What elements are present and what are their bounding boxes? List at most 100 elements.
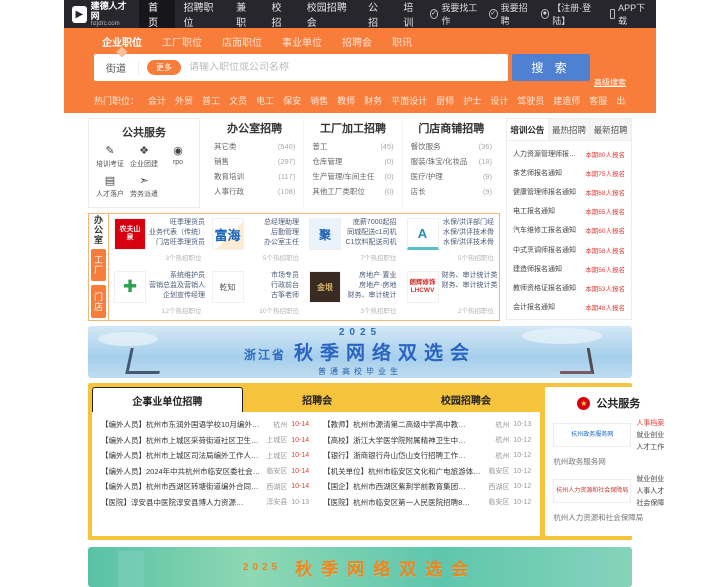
service-training-cert[interactable]: ✎ 培训考证	[93, 145, 127, 169]
job-link[interactable]: 房地产·置业	[344, 271, 396, 281]
nav-item-campus[interactable]: 校招	[262, 0, 297, 29]
nav-item-positions[interactable]: 招聘职位	[175, 0, 228, 29]
hot-job-link[interactable]: 销售	[310, 94, 328, 107]
tab-newest-jobs[interactable]: 最新招聘	[589, 119, 632, 140]
gov-service-item[interactable]: 杭州人力资源和社会保障局 就业创业 人事人才 社会保障 杭州人力资源和社会保障局	[553, 474, 664, 523]
job-link[interactable]: 旺季理货员	[149, 218, 205, 228]
advanced-search-link[interactable]: 高级搜索	[594, 77, 626, 88]
training-notice-row[interactable]: 中式烹调师报名通知 本期58人报名	[513, 240, 625, 259]
hot-job-link[interactable]: 外贸	[175, 94, 193, 107]
autumn-fair-banner[interactable]: 2025 浙江省 秋季网络双选会 普通高校毕业生	[88, 326, 632, 378]
job-link[interactable]: 财务、审计统计类	[442, 271, 498, 281]
job-link[interactable]: 底薪7000起招	[344, 218, 397, 228]
company-tab-store[interactable]: 门店	[91, 285, 106, 319]
company-card[interactable]: A 水保/洪评部门经 水保/洪评技术骨 水保/洪评技术骨 5个热招职位 湖州安澜…	[402, 214, 500, 267]
subnav-factory-jobs[interactable]: 工厂职位	[154, 31, 210, 53]
gov-tag[interactable]: 人事人才	[636, 486, 664, 496]
region-select[interactable]: 街道	[94, 60, 139, 75]
category-link[interactable]: 生产管理/车间主任 (0)	[312, 169, 393, 184]
category-link[interactable]: 其它类 (540)	[214, 139, 295, 154]
job-listing-row[interactable]: 【教师】杭州市源清第二高级中学高中教… 杭州 10-13	[323, 417, 531, 433]
subnav-institutions[interactable]: 事业单位	[274, 31, 330, 53]
hot-job-link[interactable]: 会计	[148, 94, 166, 107]
tab-campus-fairs[interactable]: 校园招聘会	[392, 387, 541, 412]
autumn-fair-banner-2[interactable]: 2025 秋季网络双选会	[88, 547, 632, 587]
job-link[interactable]: 企划宣传经理	[149, 291, 205, 301]
job-link[interactable]: 房地产·房地	[344, 281, 396, 291]
training-notice-row[interactable]: 会计报名通知 本期48人报名	[513, 298, 625, 317]
company-card[interactable]: 聚 底薪7000起招 同城配送c1司机 C1饮料配送司机 7个热招职位 聚兴（杭…	[304, 214, 402, 267]
service-team-building[interactable]: ❖ 企业团建	[127, 145, 161, 169]
company-card[interactable]: 乾知 市场专员 行政前台 古筝老师 10个热招职位 杭州乾知文化艺术有限公司	[207, 267, 305, 320]
company-card[interactable]: 农夫山泉 旺季理货员 业务代表（传统） 门店旺季理货员 3个热招职位 农夫山泉(…	[109, 214, 207, 267]
subnav-company-jobs[interactable]: 企业职位	[94, 31, 150, 53]
category-link[interactable]: 仓库管理 (0)	[312, 154, 393, 169]
job-link[interactable]: 市场专员	[247, 271, 299, 281]
category-link[interactable]: 餐饮服务 (36)	[411, 139, 492, 154]
category-link[interactable]: 人事行政 (108)	[214, 184, 295, 199]
hot-job-link[interactable]: 保安	[283, 94, 301, 107]
category-link[interactable]: 其他工厂类职位 (0)	[312, 184, 393, 199]
hot-job-link[interactable]: 财务	[364, 94, 382, 107]
job-link[interactable]: C1饮料配送司机	[344, 238, 397, 248]
gov-tag[interactable]: 社会保障	[636, 498, 664, 508]
hot-job-link[interactable]: 厨师	[436, 94, 454, 107]
nav-item-parttime[interactable]: 兼职	[227, 0, 262, 29]
login-register-link[interactable]: ● 【注册·登陆】	[540, 1, 600, 27]
hot-job-link[interactable]: 平面设计	[391, 94, 427, 107]
nav-item-home[interactable]: 首页	[139, 0, 175, 29]
gov-tag[interactable]: 人才工作	[636, 442, 664, 452]
gov-tag[interactable]: 人事档案	[636, 418, 664, 428]
tab-job-fairs[interactable]: 招聘会	[243, 387, 392, 412]
brand-logo[interactable]: ▶ 建德人才网 hzjdrc.com	[72, 1, 129, 28]
hot-job-link[interactable]: 普工	[202, 94, 220, 107]
subnav-news[interactable]: 职讯	[384, 31, 420, 53]
nav-item-campus-fair[interactable]: 校园招聘会	[298, 0, 359, 29]
category-link[interactable]: 教育培训 (117)	[214, 169, 295, 184]
more-filters-badge[interactable]: 更多	[147, 60, 181, 75]
job-link[interactable]: 系统维护员	[149, 271, 205, 281]
job-link[interactable]: 财务、审计统计	[344, 291, 397, 301]
company-card[interactable]: 金垠 房地产·置业 房地产·房地 财务、审计统计 3个热招职位 建德市金垠房地产…	[304, 267, 402, 320]
job-link[interactable]: 门店旺季理货员	[149, 238, 205, 248]
job-link[interactable]: 后勤管理	[247, 228, 299, 238]
job-listing-row[interactable]: 【编外人员】杭州市西湖区转塘街道编外合同制… 西湖区 10-14	[101, 479, 309, 495]
training-notice-row[interactable]: 人力资源管理师报名通知本期80人报名	[513, 144, 625, 163]
job-listing-row[interactable]: 【编外人员】2024年中共杭州市临安区委社会… 临安区 10-14	[101, 464, 309, 480]
hot-job-link[interactable]: 驾驶员	[517, 94, 544, 107]
job-link[interactable]: 水保/洪评技术骨	[442, 228, 494, 238]
job-listing-row[interactable]: 【医院】杭州市临安区第一人民医院招聘8… 临安区 10-12	[323, 495, 531, 511]
job-listing-row[interactable]: 【高校】浙江大学医学院附属精神卫生中… 杭州 10-12	[323, 433, 531, 449]
tab-training-notices[interactable]: 培训公告	[507, 119, 548, 140]
company-card[interactable]: 富海 总经理助理 后勤管理 办公室主任 5个热招职位 山东富海石化工程有限公司…	[207, 214, 305, 267]
nav-item-public[interactable]: 公招	[359, 0, 394, 29]
nav-item-training[interactable]: 培训	[394, 0, 429, 29]
training-notice-row[interactable]: 教师资格证报名通知 本期53人报名	[513, 278, 625, 297]
category-link[interactable]: 医疗/护理 (9)	[411, 169, 492, 184]
training-notice-row[interactable]: 电工报名通知 本期65人报名	[513, 202, 625, 221]
gov-tag[interactable]: 就业创业	[636, 430, 664, 440]
search-input[interactable]	[189, 62, 508, 73]
tab-hottest-jobs[interactable]: 最热招聘	[547, 119, 590, 140]
training-notice-row[interactable]: 健康管理师报名通知 本期68人报名	[513, 182, 625, 201]
tab-institution-jobs[interactable]: 企事业单位招聘	[92, 387, 243, 412]
hot-job-link[interactable]: 建造师	[553, 94, 580, 107]
hot-job-link[interactable]: 教师	[337, 94, 355, 107]
hot-job-link[interactable]: 出纳	[616, 94, 626, 107]
hot-job-link[interactable]: 护士	[463, 94, 481, 107]
job-link[interactable]: 同城配送c1司机	[344, 228, 396, 238]
find-job-link[interactable]: ✓ 我要找工作	[429, 1, 479, 27]
hot-job-link[interactable]: 电工	[256, 94, 274, 107]
category-link[interactable]: 普工 (45)	[312, 139, 393, 154]
company-card[interactable]: ✚ 系统维护员 营销总监及营销人 企划宣传经理 12个热招职位 杭州怡生堂大药房…	[109, 267, 207, 320]
hot-job-link[interactable]: 客服	[589, 94, 607, 107]
category-link[interactable]: 销售 (297)	[214, 154, 295, 169]
subnav-job-fair[interactable]: 招聘会	[334, 31, 380, 53]
job-link[interactable]: 水保/洪评部门经	[442, 218, 494, 228]
job-link[interactable]: 总经理助理	[247, 218, 299, 228]
hot-job-link[interactable]: 文员	[229, 94, 247, 107]
job-link[interactable]: 财务、审计统计类	[442, 281, 498, 291]
gov-tag[interactable]: 就业创业	[636, 474, 664, 484]
job-link[interactable]: 营销总监及营销人	[149, 281, 205, 291]
job-listing-row[interactable]: 【编外人员】杭州市上城区采荷街道社区卫生… 上城区 10-14	[101, 433, 309, 449]
